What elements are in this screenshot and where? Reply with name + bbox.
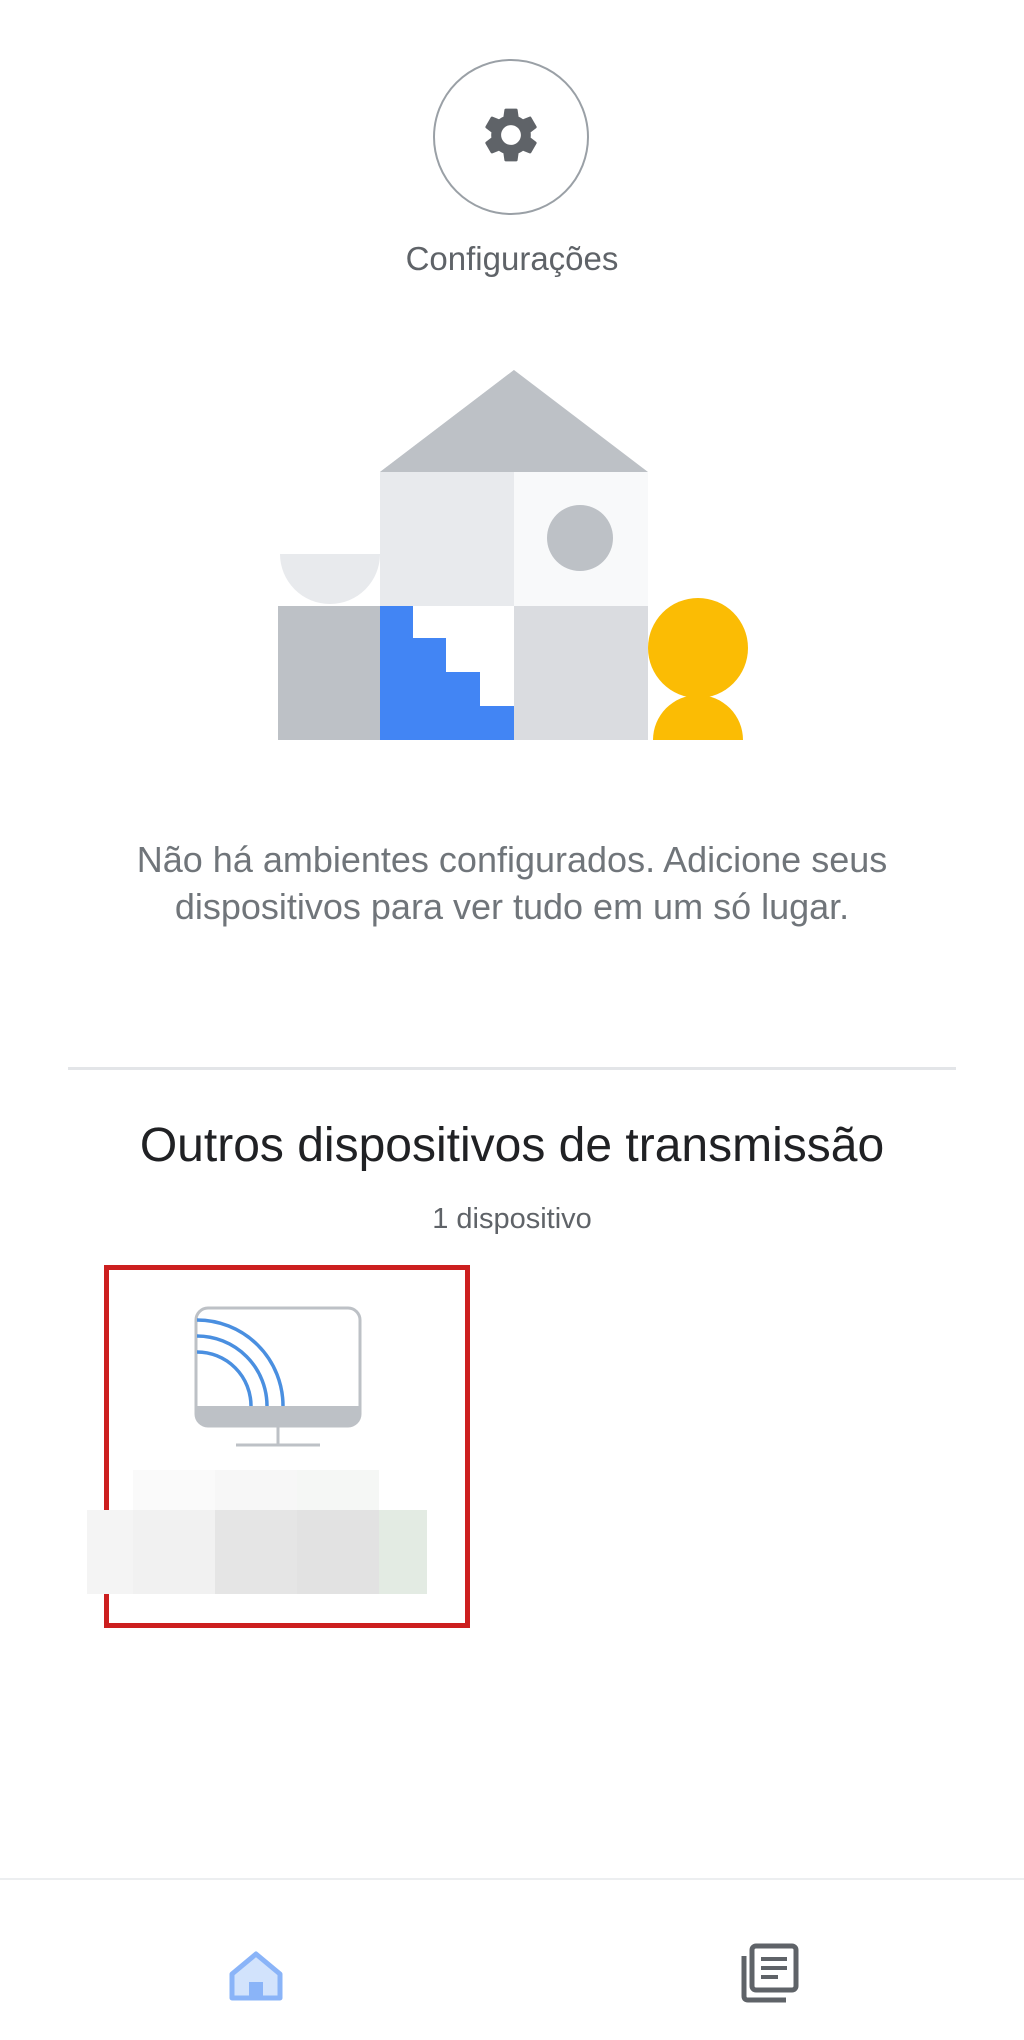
settings-label: Configurações: [405, 240, 619, 277]
gear-icon: [478, 102, 544, 173]
section-divider: [68, 1067, 956, 1070]
home-icon[interactable]: [228, 1950, 284, 2007]
empty-state-message: Não há ambientes configurados. Adicione …: [136, 839, 888, 927]
cast-device-card[interactable]: [87, 1265, 470, 1628]
device-name-redacted: [87, 1470, 427, 1599]
empty-home-illustration: [270, 370, 750, 747]
feed-icon[interactable]: [738, 1942, 800, 2009]
cast-section-title: Outros dispositivos de transmissão: [139, 1119, 885, 1172]
cast-device-count: 1 dispositivo: [432, 1203, 592, 1235]
bottom-navigation: [0, 1878, 1024, 2040]
tv-cast-icon: [194, 1306, 364, 1453]
settings-button[interactable]: [433, 59, 589, 215]
